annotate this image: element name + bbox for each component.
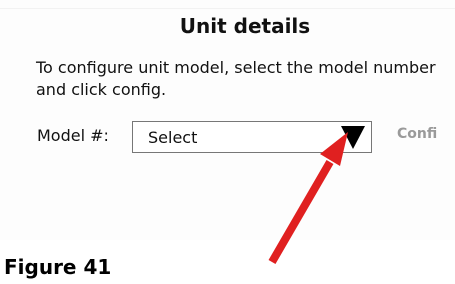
unit-details-panel: Unit details To configure unit model, se… xyxy=(0,0,455,240)
figure-caption: Figure 41 xyxy=(4,255,112,279)
page-title: Unit details xyxy=(179,14,311,38)
instructions-text: To configure unit model, select the mode… xyxy=(36,58,436,99)
model-number-label: Model #: xyxy=(37,126,109,145)
panel-divider xyxy=(0,8,455,9)
model-number-select[interactable]: Select xyxy=(132,121,372,153)
model-number-select-value: Select xyxy=(148,128,198,147)
page: Unit details To configure unit model, se… xyxy=(0,0,455,284)
config-button[interactable]: Confi xyxy=(397,126,437,142)
chevron-down-icon[interactable] xyxy=(341,126,365,149)
